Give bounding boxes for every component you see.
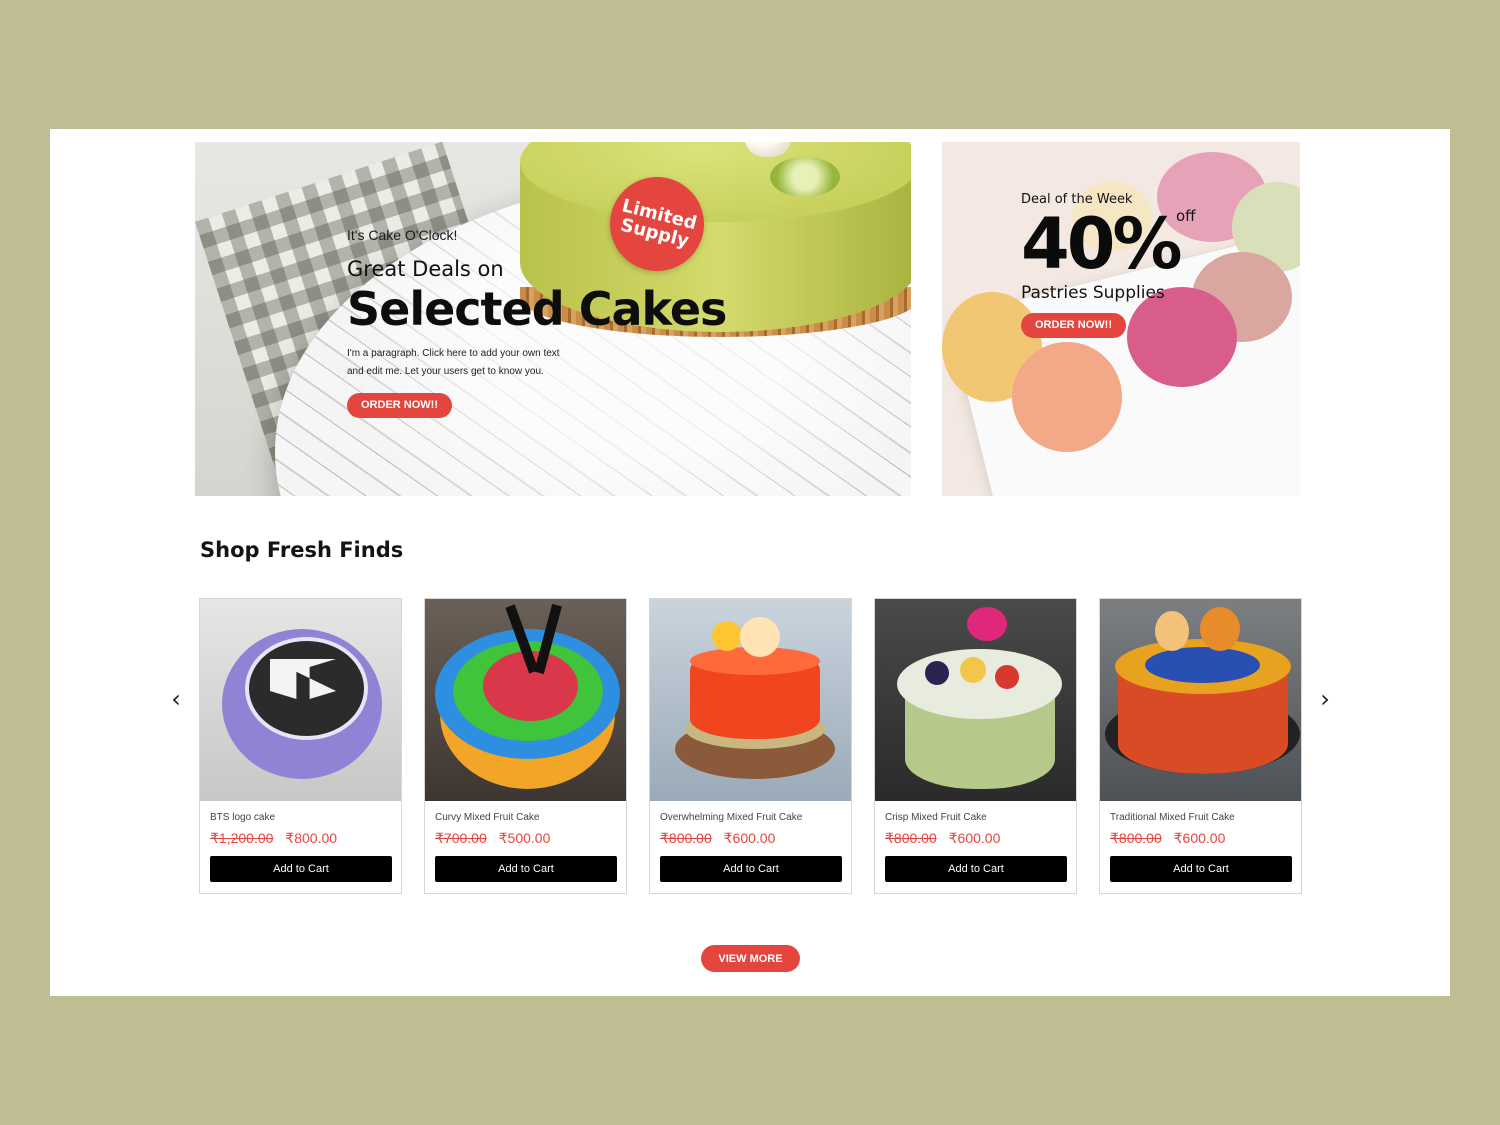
hero-kicker: It's Cake O'Clock! bbox=[347, 227, 458, 243]
product-image-traditional-fruit-cake[interactable] bbox=[1100, 599, 1301, 801]
hero-order-button[interactable]: ORDER NOW!! bbox=[347, 393, 452, 418]
product-old-price: ₹1,200.00 bbox=[210, 830, 274, 846]
product-name[interactable]: Traditional Mixed Fruit Cake bbox=[1110, 812, 1301, 826]
add-to-cart-button[interactable]: Add to Cart bbox=[210, 856, 392, 882]
product-image-crisp-fruit-cake[interactable] bbox=[875, 599, 1076, 801]
product-price: ₹600.00 bbox=[1173, 830, 1226, 846]
product-price: ₹800.00 bbox=[285, 830, 338, 846]
product-old-price: ₹800.00 bbox=[885, 830, 937, 846]
deal-subtitle: Pastries Supplies bbox=[1021, 283, 1165, 303]
product-name[interactable]: Overwhelming Mixed Fruit Cake bbox=[660, 812, 851, 826]
product-name[interactable]: BTS logo cake bbox=[210, 812, 401, 826]
add-to-cart-button[interactable]: Add to Cart bbox=[660, 856, 842, 882]
product-image-overwhelming-fruit-cake[interactable] bbox=[650, 599, 851, 801]
shop-section-title: Shop Fresh Finds bbox=[200, 538, 404, 562]
add-to-cart-button[interactable]: Add to Cart bbox=[1110, 856, 1292, 882]
product-price: ₹600.00 bbox=[948, 830, 1001, 846]
product-image-curvy-fruit-cake[interactable] bbox=[425, 599, 626, 801]
product-price: ₹600.00 bbox=[723, 830, 776, 846]
chevron-right-icon[interactable]: › bbox=[1315, 687, 1335, 711]
hero-text-block: It's Cake O'Clock! Great Deals on Select… bbox=[347, 227, 777, 418]
deal-percent: 40% bbox=[1021, 203, 1183, 285]
product-prices: ₹700.00 ₹500.00 bbox=[435, 830, 626, 847]
hero-subtitle: Great Deals on bbox=[347, 257, 504, 281]
hero-title: Selected Cakes bbox=[347, 282, 727, 336]
chevron-left-icon[interactable]: ‹ bbox=[166, 687, 186, 711]
product-card[interactable]: Crisp Mixed Fruit Cake ₹800.00 ₹600.00 A… bbox=[874, 598, 1077, 894]
add-to-cart-button[interactable]: Add to Cart bbox=[435, 856, 617, 882]
product-card[interactable]: BTS logo cake ₹1,200.00 ₹800.00 Add to C… bbox=[199, 598, 402, 894]
product-prices: ₹800.00 ₹600.00 bbox=[660, 830, 851, 847]
deal-off-label: off bbox=[1176, 207, 1196, 225]
product-name[interactable]: Crisp Mixed Fruit Cake bbox=[885, 812, 1076, 826]
product-old-price: ₹800.00 bbox=[1110, 830, 1162, 846]
deal-order-button[interactable]: ORDER NOW!! bbox=[1021, 313, 1126, 338]
product-card[interactable]: Traditional Mixed Fruit Cake ₹800.00 ₹60… bbox=[1099, 598, 1302, 894]
product-prices: ₹1,200.00 ₹800.00 bbox=[210, 830, 401, 847]
view-more-button[interactable]: VIEW MORE bbox=[701, 945, 800, 972]
product-card[interactable]: Overwhelming Mixed Fruit Cake ₹800.00 ₹6… bbox=[649, 598, 852, 894]
product-old-price: ₹800.00 bbox=[660, 830, 712, 846]
product-prices: ₹800.00 ₹600.00 bbox=[1110, 830, 1301, 847]
product-image-bts-cake[interactable] bbox=[200, 599, 401, 801]
product-name[interactable]: Curvy Mixed Fruit Cake bbox=[435, 812, 626, 826]
product-card[interactable]: Curvy Mixed Fruit Cake ₹700.00 ₹500.00 A… bbox=[424, 598, 627, 894]
page-canvas: Limited Supply It's Cake O'Clock! Great … bbox=[50, 129, 1450, 996]
product-prices: ₹800.00 ₹600.00 bbox=[885, 830, 1076, 847]
product-price: ₹500.00 bbox=[498, 830, 551, 846]
product-old-price: ₹700.00 bbox=[435, 830, 487, 846]
deal-text-block: Deal of the Week 40% off Pastries Suppli… bbox=[1021, 192, 1281, 338]
hero-banner: Limited Supply It's Cake O'Clock! Great … bbox=[195, 142, 911, 496]
deal-discount: 40% off bbox=[1021, 207, 1281, 281]
product-carousel: BTS logo cake ₹1,200.00 ₹800.00 Add to C… bbox=[199, 598, 1304, 896]
add-to-cart-button[interactable]: Add to Cart bbox=[885, 856, 1067, 882]
deal-of-week-panel: Deal of the Week 40% off Pastries Suppli… bbox=[942, 142, 1300, 496]
hero-paragraph[interactable]: I'm a paragraph. Click here to add your … bbox=[347, 345, 577, 381]
